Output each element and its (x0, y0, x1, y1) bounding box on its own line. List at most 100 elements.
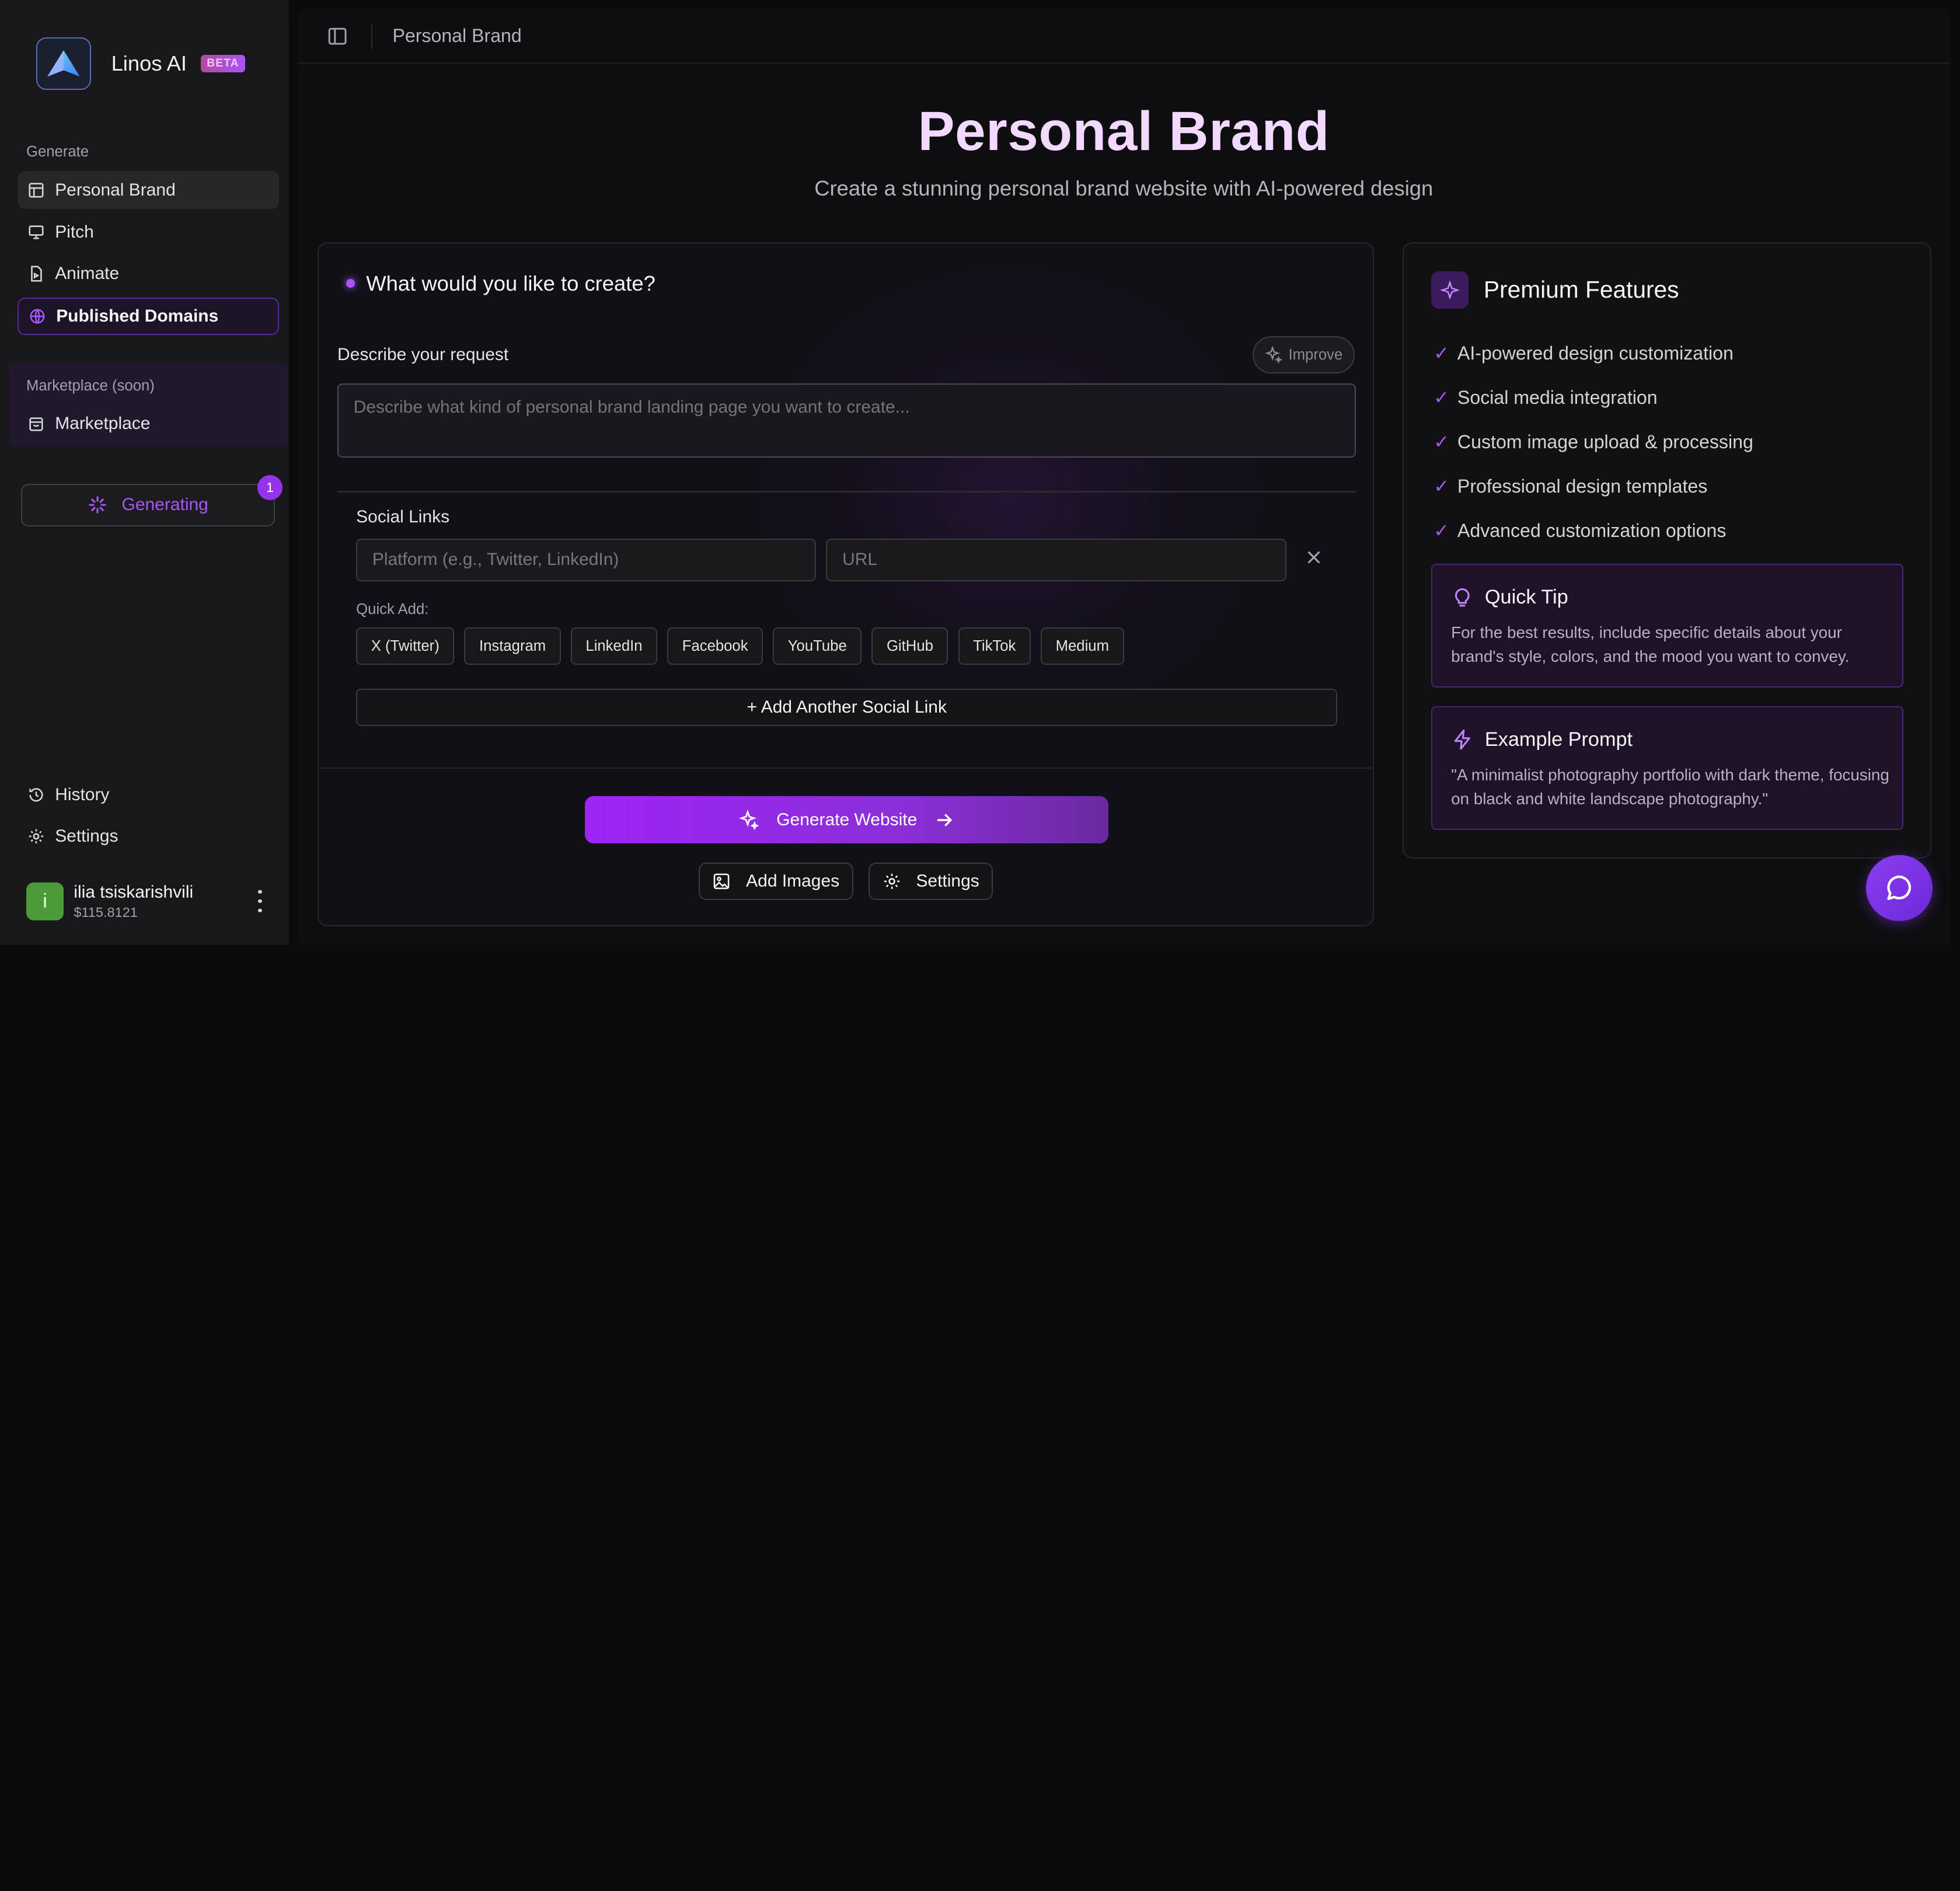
presentation-icon (29, 225, 44, 239)
beta-badge: BETA (200, 54, 246, 73)
check-icon: ✓ (1434, 431, 1450, 453)
arrow-right-icon (937, 814, 952, 826)
sidebar: Linos AI BETA Generate Personal Brand Pi… (0, 0, 289, 945)
quick-add-instagram[interactable]: Instagram (464, 627, 561, 665)
url-input[interactable] (826, 538, 1286, 581)
example-prompt-box: Example Prompt "A minimalist photography… (1431, 706, 1904, 830)
gear-icon (29, 829, 44, 843)
feature-text: Advanced customization options (1457, 519, 1727, 541)
example-prompt-title: Example Prompt (1484, 728, 1633, 751)
check-icon: ✓ (1434, 343, 1450, 364)
main-content: Personal Brand Personal Brand Create a s… (297, 8, 1950, 945)
generating-button[interactable]: Generating (21, 483, 275, 526)
list-item: ✓ Advanced customization options (1434, 508, 1753, 553)
generating-count-badge: 1 (257, 475, 283, 500)
quick-add-github[interactable]: GitHub (871, 627, 948, 665)
feature-text: Social media integration (1457, 386, 1658, 408)
sparkles-icon (1264, 346, 1282, 364)
page-title: Personal Brand (918, 100, 1330, 162)
sidebar-item-published-domains[interactable]: Published Domains (17, 297, 279, 335)
describe-label: Describe your request (337, 344, 509, 364)
marketplace-section-label: Marketplace (soon) (26, 377, 155, 394)
generating-label: Generating (121, 495, 208, 515)
describe-request-textarea[interactable] (337, 383, 1356, 458)
premium-heading: Premium Features (1431, 271, 1679, 309)
chat-button[interactable] (1866, 854, 1933, 922)
quick-tip-box: Quick Tip For the best results, include … (1431, 563, 1904, 688)
sidebar-item-history[interactable]: History (18, 776, 279, 814)
quick-add-x-twitter[interactable]: X (Twitter) (356, 627, 455, 665)
premium-title: Premium Features (1483, 276, 1679, 303)
premium-icon-tile (1431, 271, 1469, 309)
sidebar-item-personal-brand[interactable]: Personal Brand (17, 171, 279, 209)
sparkle-icon (1441, 280, 1460, 299)
user-menu-icon[interactable] (250, 889, 270, 913)
add-images-label: Add Images (746, 871, 840, 891)
quick-tip-title: Quick Tip (1484, 586, 1568, 609)
check-icon: ✓ (1434, 387, 1450, 409)
check-icon: ✓ (1434, 520, 1450, 542)
top-bar: Personal Brand (297, 9, 1950, 64)
triangle-logo-icon (47, 50, 81, 76)
check-icon: ✓ (1434, 476, 1450, 497)
sidebar-item-label: Published Domains (56, 306, 219, 326)
divider (337, 491, 1356, 493)
file-video-icon (31, 266, 42, 282)
breadcrumb: Personal Brand (392, 25, 522, 46)
quick-add-facebook[interactable]: Facebook (667, 627, 763, 665)
user-profile[interactable]: i ilia tsiskarishvili $115.8121 (26, 882, 193, 920)
globe-icon (30, 309, 45, 324)
user-balance: $115.8121 (74, 905, 138, 920)
sidebar-item-label: History (55, 785, 110, 805)
social-links-label: Social Links (356, 507, 450, 527)
add-social-link-button[interactable]: + Add Another Social Link (356, 688, 1338, 727)
sidebar-item-label: Settings (55, 826, 118, 846)
example-prompt-heading: Example Prompt (1451, 728, 1633, 751)
quick-tip-heading: Quick Tip (1451, 586, 1568, 609)
create-form-card: What would you like to create? Describe … (317, 242, 1374, 926)
user-name: ilia tsiskarishvili (74, 882, 194, 902)
sidebar-item-pitch[interactable]: Pitch (18, 214, 279, 251)
sidebar-item-settings[interactable]: Settings (18, 818, 279, 855)
image-icon (714, 873, 730, 889)
status-dot (346, 279, 355, 288)
list-item: ✓ Social media integration (1434, 375, 1753, 420)
premium-features-card: Premium Features ✓ AI-powered design cust… (1402, 242, 1931, 859)
quick-add-label: Quick Add: (356, 601, 429, 617)
form-heading-text: What would you like to create? (366, 271, 655, 295)
sidebar-item-label: Animate (55, 263, 120, 283)
list-item: ✓ Custom image upload & processing (1434, 420, 1753, 464)
form-settings-button[interactable]: Settings (869, 862, 993, 900)
generate-section-label: Generate (26, 144, 89, 161)
sidebar-item-animate[interactable]: Animate (18, 255, 279, 292)
message-circle-icon (1887, 875, 1912, 900)
topbar-divider (371, 23, 373, 49)
form-settings-label: Settings (916, 871, 979, 891)
list-item: ✓ Professional design templates (1434, 464, 1753, 508)
sidebar-item-marketplace[interactable]: Marketplace (18, 405, 279, 442)
divider (318, 767, 1373, 769)
zap-icon (1454, 730, 1470, 750)
feature-text: AI-powered design customization (1457, 342, 1734, 364)
brand[interactable]: Linos AI BETA (36, 37, 246, 90)
quick-add-linkedin[interactable]: LinkedIn (570, 627, 658, 665)
list-item: ✓ AI-powered design customization (1434, 331, 1753, 375)
platform-input[interactable] (356, 538, 817, 581)
form-heading: What would you like to create? (346, 271, 655, 296)
loader-icon (89, 496, 106, 514)
app-name: Linos AI (111, 51, 187, 76)
add-images-button[interactable]: Add Images (698, 862, 853, 900)
sparkles-icon (739, 810, 759, 830)
avatar: i (26, 882, 64, 920)
sidebar-toggle-icon[interactable] (327, 26, 347, 46)
close-icon[interactable] (1305, 549, 1323, 566)
generate-website-button[interactable]: Generate Website (585, 796, 1109, 844)
quick-add-tiktok[interactable]: TikTok (958, 627, 1031, 665)
improve-label: Improve (1288, 346, 1343, 363)
feature-list: ✓ AI-powered design customization ✓ Social… (1434, 331, 1753, 553)
improve-button[interactable]: Improve (1252, 336, 1355, 374)
history-icon (29, 788, 43, 802)
feature-text: Professional design templates (1457, 475, 1708, 497)
quick-add-medium[interactable]: Medium (1041, 627, 1124, 665)
quick-add-youtube[interactable]: YouTube (773, 627, 862, 665)
